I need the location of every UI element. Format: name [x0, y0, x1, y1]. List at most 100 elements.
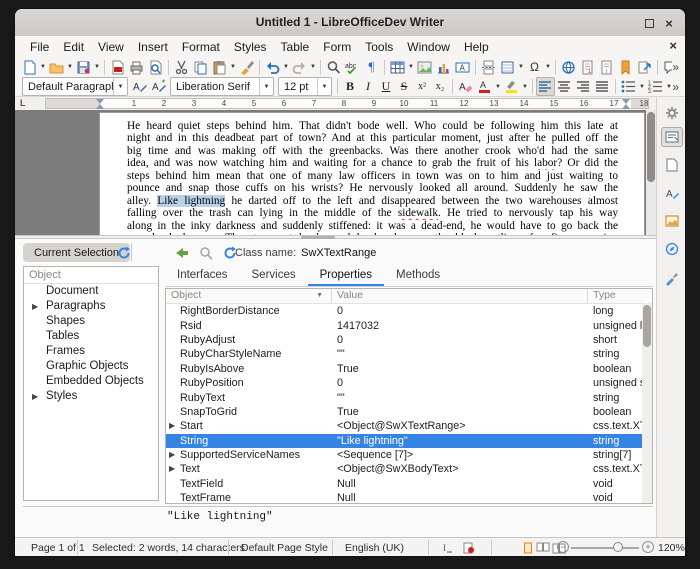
new-style-icon[interactable]: A	[149, 77, 168, 96]
menu-window[interactable]: Window	[400, 38, 457, 56]
copy-icon[interactable]	[191, 58, 210, 77]
paste-icon[interactable]	[210, 58, 229, 77]
new-document-icon[interactable]	[20, 58, 39, 77]
paragraph-text[interactable]: He heard quiet steps behind him. That di…	[127, 120, 618, 235]
table-header[interactable]: Object▼ Value Type	[166, 289, 652, 304]
word-count-status[interactable]: Selected: 2 words, 14 characters	[92, 542, 245, 554]
paragraph-style-combo[interactable]: Default Paragraph▼	[22, 77, 128, 96]
multi-page-view-icon[interactable]	[536, 542, 550, 557]
table-row[interactable]: RubyText""string	[166, 390, 652, 404]
italic-button[interactable]: I	[359, 79, 377, 94]
paragraph-style-dropdown[interactable]: ▼	[113, 78, 127, 95]
table-row[interactable]: ▶Start<Object@SwXTextRange>css.text.XTex…	[166, 419, 652, 433]
table-row[interactable]: Rsid1417032unsigned long	[166, 318, 652, 332]
print-icon[interactable]	[127, 58, 146, 77]
menu-styles[interactable]: Styles	[227, 38, 274, 56]
insert-table-dropdown[interactable]: ▼	[407, 58, 415, 77]
font-size-combo[interactable]: 12 pt▼	[278, 77, 332, 96]
left-indent-marker-bottom[interactable]	[96, 104, 104, 109]
tree-item-document[interactable]: Document	[24, 284, 158, 299]
bookmark-icon[interactable]	[616, 58, 635, 77]
font-color-dropdown[interactable]: ▼	[494, 77, 502, 96]
table-scrollbar-thumb[interactable]	[643, 305, 651, 347]
save-icon[interactable]	[74, 58, 93, 77]
navigator-deck-icon[interactable]	[661, 239, 683, 259]
close-document-button[interactable]: ×	[669, 38, 677, 53]
zoom-out-button[interactable]: −	[557, 541, 569, 553]
object-tree-header[interactable]: Object	[24, 267, 158, 284]
redo-dropdown[interactable]: ▼	[309, 58, 317, 77]
single-page-view-icon[interactable]	[523, 542, 533, 557]
tab-methods[interactable]: Methods	[384, 266, 452, 286]
formatting-marks-icon[interactable]: ¶	[362, 58, 381, 77]
column-header-value[interactable]: Value	[332, 289, 588, 303]
table-row[interactable]: RubyCharStyleName""string	[166, 347, 652, 361]
toolbar-overflow-button[interactable]: »	[672, 60, 679, 74]
table-row[interactable]: TextFieldNullvoid	[166, 477, 652, 491]
column-header-type[interactable]: Type	[588, 289, 652, 303]
tree-item-embedded-objects[interactable]: Embedded Objects	[24, 374, 158, 389]
refresh-icon[interactable]	[115, 244, 132, 261]
menu-edit[interactable]: Edit	[56, 38, 91, 56]
insert-chart-icon[interactable]	[434, 58, 453, 77]
styles-deck-icon[interactable]: A	[661, 183, 683, 203]
subscript-button[interactable]: x₂	[431, 81, 449, 92]
tree-item-graphic-objects[interactable]: Graphic Objects	[24, 359, 158, 374]
zoom-in-button[interactable]: +	[642, 541, 654, 553]
menu-file[interactable]: File	[23, 38, 56, 56]
superscript-button[interactable]: x²	[413, 81, 431, 92]
endnote-icon[interactable]: i	[597, 58, 616, 77]
justify-icon[interactable]	[593, 77, 612, 96]
table-row[interactable]: RubyAdjust0short	[166, 333, 652, 347]
align-left-icon[interactable]	[536, 77, 555, 96]
align-center-icon[interactable]	[555, 77, 574, 96]
tree-item-styles[interactable]: ▶Styles	[24, 389, 158, 404]
redo-icon[interactable]	[290, 58, 309, 77]
sort-arrow-icon[interactable]: ▼	[316, 292, 323, 299]
expand-icon[interactable]: ▶	[169, 421, 175, 430]
tab-interfaces[interactable]: Interfaces	[165, 266, 240, 286]
tree-item-tables[interactable]: Tables	[24, 329, 158, 344]
table-row[interactable]: TextFrameNullvoid	[166, 491, 652, 504]
insert-field-icon[interactable]	[498, 58, 517, 77]
paste-dropdown[interactable]: ▼	[229, 58, 237, 77]
style-inspector-deck-icon[interactable]	[661, 269, 683, 289]
document-canvas[interactable]: He heard quiet steps behind him. That di…	[15, 110, 646, 235]
tab-stop-selector[interactable]: L	[20, 98, 26, 108]
spelling-icon[interactable]: abc	[343, 58, 362, 77]
open-dropdown[interactable]: ▼	[66, 58, 74, 77]
back-icon[interactable]	[173, 244, 190, 261]
selected-text[interactable]: Like lightning	[157, 195, 225, 207]
bullet-list-icon[interactable]	[619, 77, 638, 96]
tree-item-shapes[interactable]: Shapes	[24, 314, 158, 329]
zoom-slider-thumb[interactable]	[613, 542, 623, 552]
numbered-list-dropdown[interactable]: ▼	[665, 77, 672, 96]
align-right-icon[interactable]	[574, 77, 593, 96]
menu-help[interactable]: Help	[457, 38, 496, 56]
ruler-band[interactable]: 1 2 3 4 5 6 7 8 9 10 11 12 13 14 15 16 1…	[45, 98, 649, 109]
comment-icon[interactable]	[661, 58, 672, 77]
formatting-toolbar-overflow-button[interactable]: »	[672, 80, 679, 94]
gallery-deck-icon[interactable]	[661, 211, 683, 231]
insert-mode-icon[interactable]: I	[441, 542, 453, 557]
current-selection-button[interactable]: Current Selection	[23, 243, 130, 262]
column-header-object[interactable]: Object▼	[166, 289, 332, 303]
clear-formatting-icon[interactable]: A	[456, 77, 475, 96]
table-row[interactable]: RubyPosition0unsigned short	[166, 376, 652, 390]
sidebar-settings-icon[interactable]	[661, 103, 683, 123]
open-icon[interactable]	[47, 58, 66, 77]
menu-table[interactable]: Table	[274, 38, 317, 56]
document-modified-icon[interactable]	[463, 542, 475, 557]
menu-tools[interactable]: Tools	[358, 38, 400, 56]
font-name-dropdown[interactable]: ▼	[259, 78, 273, 95]
insert-textbox-icon[interactable]: A	[453, 58, 472, 77]
table-scrollbar[interactable]	[642, 303, 652, 503]
print-preview-icon[interactable]	[146, 58, 165, 77]
page-deck-icon[interactable]	[661, 155, 683, 175]
font-name-combo[interactable]: Liberation Serif▼	[170, 77, 274, 96]
inspect-icon[interactable]	[197, 244, 214, 261]
numbered-list-icon[interactable]: 1.2.3.	[646, 77, 665, 96]
export-pdf-icon[interactable]	[108, 58, 127, 77]
hyperlink-icon[interactable]	[559, 58, 578, 77]
underline-button[interactable]: U	[377, 79, 395, 94]
